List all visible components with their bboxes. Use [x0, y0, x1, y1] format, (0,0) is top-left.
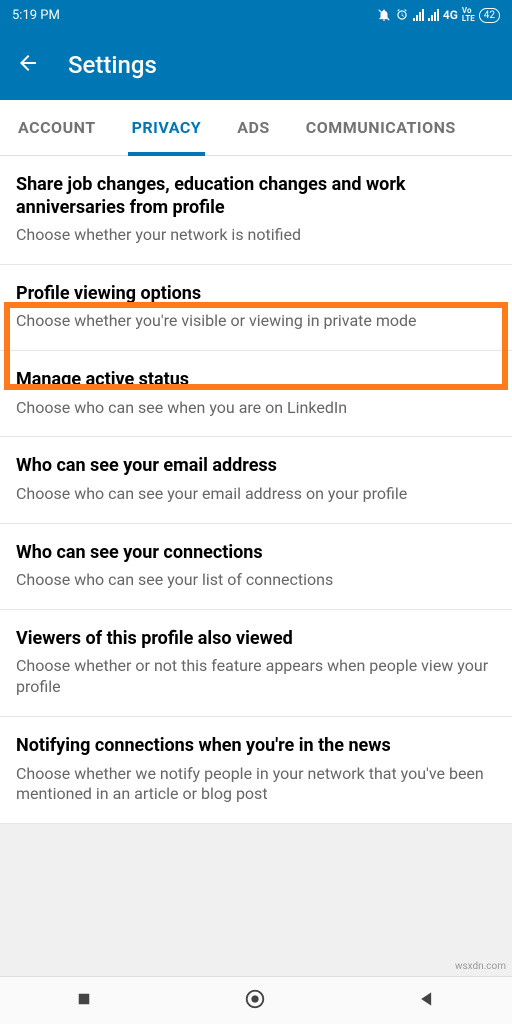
setting-viewers-also-viewed[interactable]: Viewers of this profile also viewed Choo…: [0, 610, 512, 717]
setting-profile-viewing[interactable]: Profile viewing options Choose whether y…: [0, 265, 512, 351]
volte-label: VoLTE: [462, 7, 475, 23]
tab-communications[interactable]: COMMUNICATIONS: [288, 100, 474, 155]
app-bar: Settings: [0, 30, 512, 100]
tab-privacy[interactable]: PRIVACY: [114, 100, 220, 155]
setting-title: Who can see your email address: [16, 455, 496, 478]
setting-title: Viewers of this profile also viewed: [16, 628, 496, 651]
setting-description: Choose who can see your email address on…: [16, 484, 496, 505]
setting-description: Choose who can see when you are on Linke…: [16, 398, 496, 419]
tab-ads[interactable]: ADS: [219, 100, 288, 155]
setting-description: Choose whether or not this feature appea…: [16, 656, 496, 698]
watermark: wsxdn.com: [455, 961, 506, 972]
setting-title: Who can see your connections: [16, 542, 496, 565]
setting-title: Share job changes, education changes and…: [16, 174, 496, 219]
page-title: Settings: [68, 51, 157, 79]
back-button[interactable]: [16, 51, 40, 79]
setting-description: Choose who can see your list of connecti…: [16, 570, 496, 591]
setting-description: Choose whether you're visible or viewing…: [16, 311, 496, 332]
setting-title: Notifying connections when you're in the…: [16, 735, 496, 758]
status-icons: 4G VoLTE 42: [377, 7, 500, 23]
status-bar: 5:19 PM 4G VoLTE 42: [0, 0, 512, 30]
setting-email-visibility[interactable]: Who can see your email address Choose wh…: [0, 437, 512, 523]
signal-icon-2: [428, 9, 439, 21]
nav-home-button[interactable]: [244, 988, 266, 1014]
setting-active-status[interactable]: Manage active status Choose who can see …: [0, 351, 512, 437]
settings-list: Share job changes, education changes and…: [0, 156, 512, 824]
signal-icon: [413, 9, 424, 21]
nav-recent-button[interactable]: [75, 990, 93, 1012]
setting-description: Choose whether your network is notified: [16, 225, 496, 246]
battery-icon: 42: [479, 8, 500, 23]
setting-share-changes[interactable]: Share job changes, education changes and…: [0, 156, 512, 265]
setting-news-notify[interactable]: Notifying connections when you're in the…: [0, 717, 512, 824]
setting-title: Manage active status: [16, 369, 496, 392]
setting-title: Profile viewing options: [16, 283, 496, 306]
system-nav-bar: [0, 976, 512, 1024]
network-label: 4G: [443, 8, 458, 22]
status-time: 5:19 PM: [12, 8, 60, 23]
setting-description: Choose whether we notify people in your …: [16, 764, 496, 806]
bell-off-icon: [377, 8, 391, 22]
tabs: ACCOUNT PRIVACY ADS COMMUNICATIONS: [0, 100, 512, 156]
alarm-icon: [395, 8, 409, 22]
setting-connections-visibility[interactable]: Who can see your connections Choose who …: [0, 524, 512, 610]
tab-account[interactable]: ACCOUNT: [0, 100, 114, 155]
nav-back-button[interactable]: [417, 989, 437, 1013]
